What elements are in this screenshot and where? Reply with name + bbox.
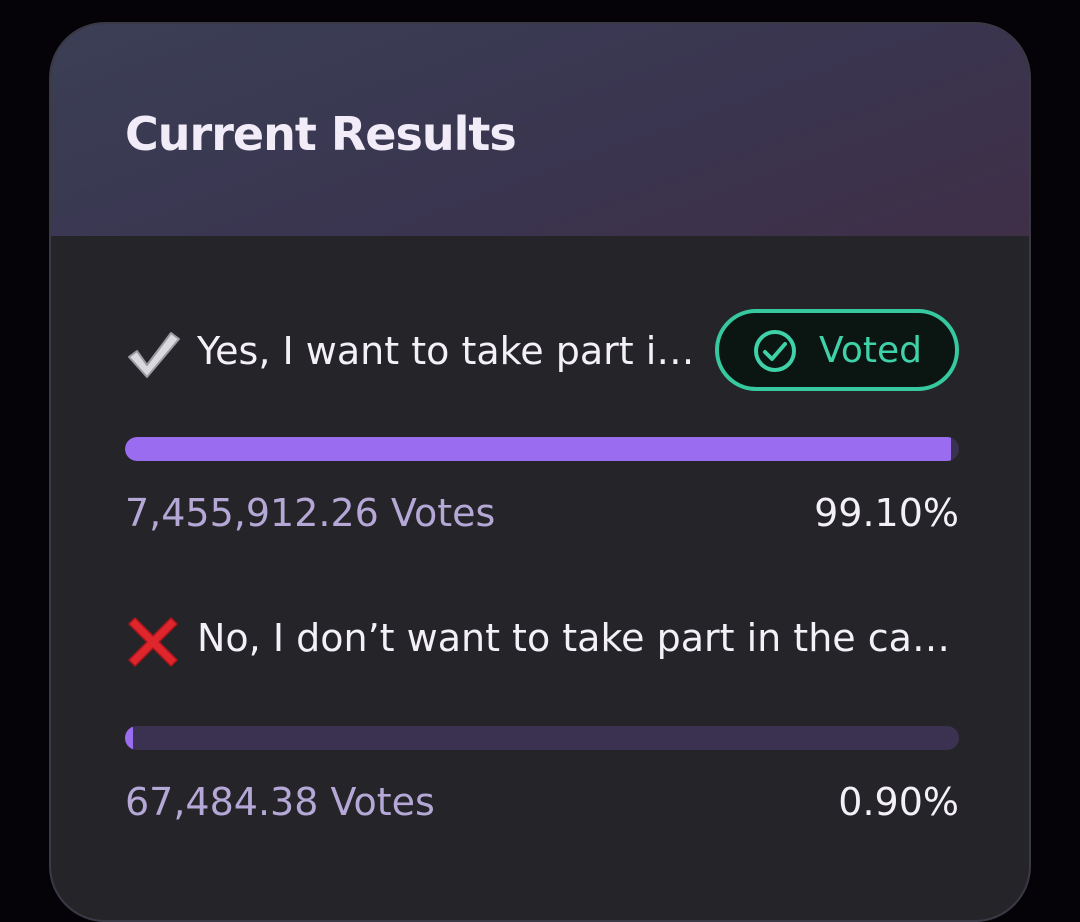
vote-count: 7,455,912.26 Votes [125,491,496,535]
option-label-row: No, I don’t want to take part in the cam… [125,596,959,682]
vote-progress-fill [125,437,952,461]
vote-count: 67,484.38 Votes [125,780,435,824]
voted-label: Voted [819,330,922,371]
voted-badge: Voted [715,309,959,391]
card-header: Current Results [51,24,1029,236]
vote-progress-bar [125,726,959,750]
option-label: Yes, I want to take part in the campaign [197,329,697,373]
check-mark-icon [128,332,180,378]
vote-percent: 0.90% [838,780,959,824]
card-title: Current Results [125,107,517,161]
vote-percent: 99.10% [814,491,959,535]
vote-progress-bar [125,437,959,461]
cross-mark-icon [128,617,178,667]
check-circle-icon [754,330,796,372]
vote-progress-fill [125,726,134,750]
option-label: No, I don’t want to take part in the cam… [197,616,957,660]
poll-results-card: Current Results Yes, I want to take part… [49,22,1031,922]
option-label-row: Yes, I want to take part in the campaign… [125,309,959,395]
